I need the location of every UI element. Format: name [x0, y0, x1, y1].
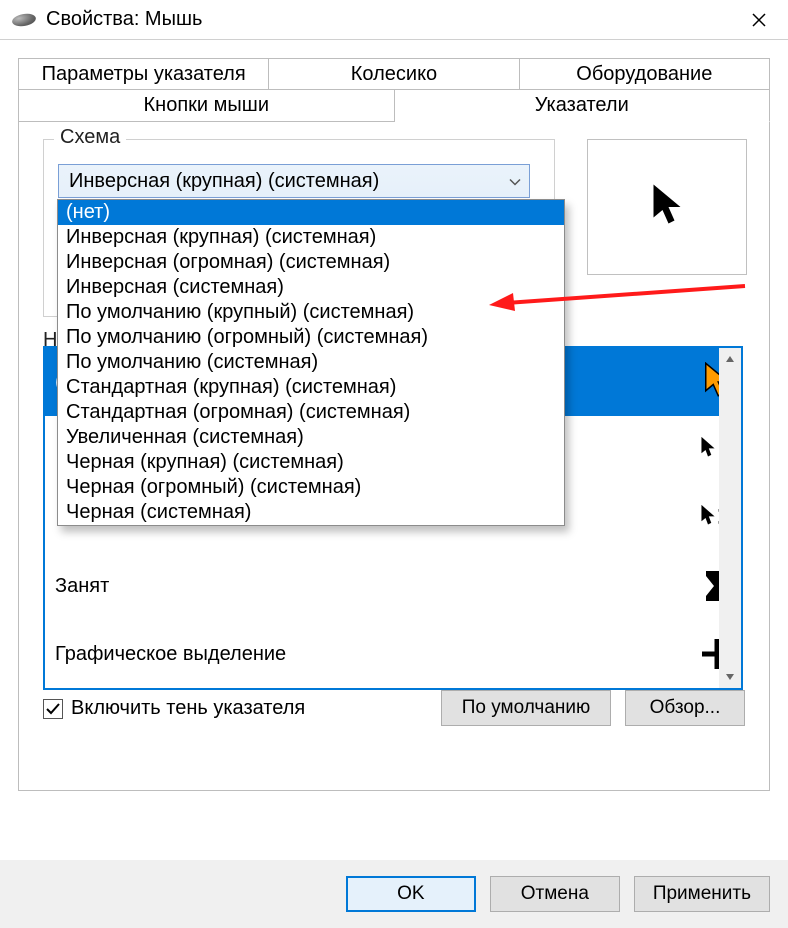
scheme-dropdown-list[interactable]: (нет) Инверсная (крупная) (системная) Ин… [57, 199, 565, 526]
tab-label: Колесико [351, 63, 437, 85]
chevron-down-icon [509, 170, 521, 193]
window-title: Свойства: Мышь [46, 8, 734, 31]
option-label: По умолчанию (огромный) (системная) [66, 326, 428, 348]
scheme-combobox[interactable]: Инверсная (крупная) (системная) [58, 164, 530, 198]
option-label: (нет) [66, 201, 110, 223]
apply-button[interactable]: Применить [634, 876, 770, 912]
mouse-app-icon [11, 12, 37, 28]
option-label: Черная (системная) [66, 501, 251, 523]
mouse-properties-window: Свойства: Мышь Параметры указателя Колес… [0, 0, 788, 928]
dropdown-option[interactable]: Инверсная (системная) [58, 275, 564, 300]
dropdown-option[interactable]: Инверсная (крупная) (системная) [58, 225, 564, 250]
tabstrip: Параметры указателя Колесико Оборудовани… [18, 58, 770, 122]
tab-label: Указатели [535, 94, 629, 116]
list-item-label: Занят [55, 575, 699, 598]
defaults-button[interactable]: По умолчанию [441, 690, 611, 726]
dropdown-option[interactable]: Стандартная (крупная) (системная) [58, 375, 564, 400]
tabpanel-pointers: Схема Инверсная (крупная) (системная) Н [18, 121, 770, 791]
dropdown-option[interactable]: Черная (крупная) (системная) [58, 450, 564, 475]
cancel-button[interactable]: Отмена [490, 876, 620, 912]
tab-pointer-options[interactable]: Параметры указателя [18, 58, 269, 90]
dropdown-option[interactable]: Черная (системная) [58, 500, 564, 525]
button-label: По умолчанию [462, 697, 591, 719]
client-area: Параметры указателя Колесико Оборудовани… [0, 40, 788, 928]
titlebar: Свойства: Мышь [0, 0, 788, 40]
scheme-buttons: По умолчанию Обзор... [441, 690, 745, 726]
option-label: По умолчанию (системная) [66, 351, 318, 373]
checkbox-label: Включить тень указателя [71, 697, 305, 720]
dropdown-option[interactable]: (нет) [58, 200, 564, 225]
option-label: Инверсная (системная) [66, 276, 284, 298]
button-label: Обзор... [650, 697, 721, 719]
option-label: Увеличенная (системная) [66, 426, 304, 448]
enable-shadow-checkbox[interactable]: Включить тень указателя [43, 697, 305, 720]
option-label: По умолчанию (крупный) (системная) [66, 301, 414, 323]
dropdown-option[interactable]: По умолчанию (системная) [58, 350, 564, 375]
option-label: Стандартная (крупная) (системная) [66, 376, 396, 398]
dropdown-option[interactable]: Черная (огромный) (системная) [58, 475, 564, 500]
cursor-icon [649, 183, 685, 231]
option-label: Черная (огромный) (системная) [66, 476, 361, 498]
dropdown-option[interactable]: По умолчанию (крупный) (системная) [58, 300, 564, 325]
option-label: Черная (крупная) (системная) [66, 451, 344, 473]
tab-wheel[interactable]: Колесико [269, 58, 519, 90]
ok-button[interactable]: OK [346, 876, 476, 912]
dialog-button-bar: OK Отмена Применить [0, 860, 788, 928]
cursor-preview [587, 139, 747, 275]
option-label: Стандартная (огромная) (системная) [66, 401, 410, 423]
button-label: Отмена [521, 883, 589, 905]
button-label: Применить [653, 883, 751, 905]
dropdown-option[interactable]: По умолчанию (огромный) (системная) [58, 325, 564, 350]
scroll-down-icon[interactable] [719, 666, 741, 688]
dropdown-option[interactable]: Увеличенная (системная) [58, 425, 564, 450]
list-item[interactable]: Занят [45, 552, 741, 620]
scroll-up-icon[interactable] [719, 348, 741, 370]
tab-label: Кнопки мыши [144, 94, 269, 116]
scheme-legend: Схема [54, 126, 126, 149]
button-label: OK [397, 883, 424, 905]
browse-button[interactable]: Обзор... [625, 690, 745, 726]
check-icon [45, 701, 61, 717]
dropdown-option[interactable]: Стандартная (огромная) (системная) [58, 400, 564, 425]
tab-hardware[interactable]: Оборудование [520, 58, 770, 90]
list-item-label: Графическое выделение [55, 643, 699, 666]
list-item[interactable]: Графическое выделение [45, 620, 741, 688]
option-label: Инверсная (крупная) (системная) [66, 226, 376, 248]
scrollbar[interactable] [719, 348, 741, 688]
tab-buttons[interactable]: Кнопки мыши [18, 89, 395, 122]
tab-pointers[interactable]: Указатели [395, 89, 771, 122]
close-button[interactable] [734, 0, 784, 40]
checkbox-box[interactable] [43, 699, 63, 719]
scheme-selected-value: Инверсная (крупная) (системная) [69, 170, 379, 193]
tab-label: Параметры указателя [42, 63, 246, 85]
close-icon [751, 12, 767, 28]
option-label: Инверсная (огромная) (системная) [66, 251, 390, 273]
dropdown-option[interactable]: Инверсная (огромная) (системная) [58, 250, 564, 275]
tab-label: Оборудование [576, 63, 712, 85]
